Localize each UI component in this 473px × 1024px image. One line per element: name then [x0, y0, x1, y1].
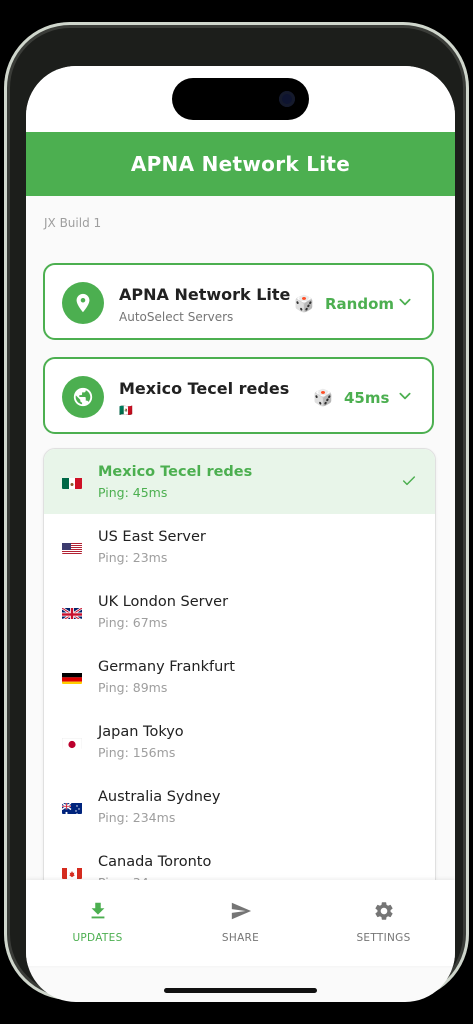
protocol-subtitle: AutoSelect Servers — [119, 310, 234, 324]
list-item[interactable]: Australia Sydney Ping: 234ms — [44, 774, 435, 839]
server-item-ping: Ping: 89ms — [98, 680, 168, 695]
protocol-selector-card[interactable]: APNA Network Lite AutoSelect Servers 🎲 R… — [43, 263, 434, 340]
bottom-navigation: UPDATES SHARE SETTINGS — [26, 880, 455, 966]
check-icon — [402, 476, 416, 486]
protocol-value: Random — [325, 295, 395, 313]
camera — [279, 91, 295, 107]
server-selector-card[interactable]: Mexico Tecel redes 🇲🇽 🎲 45ms — [43, 357, 434, 434]
server-ping-value: 45ms — [344, 389, 390, 407]
location-pin-icon — [62, 282, 104, 324]
server-item-name: US East Server — [98, 529, 206, 545]
flag-uk-icon — [62, 606, 82, 619]
server-item-ping: Ping: 23ms — [98, 550, 168, 565]
download-icon — [91, 902, 104, 919]
app-screen: APNA Network Lite JX Build 1 APNA Networ… — [26, 66, 455, 1002]
dice-icon: 🎲 — [313, 388, 333, 407]
send-icon — [231, 902, 251, 920]
flag-us-icon — [62, 541, 82, 554]
build-label: JX Build 1 — [44, 216, 102, 230]
dynamic-island — [172, 78, 309, 120]
home-indicator — [164, 988, 317, 993]
protocol-name: APNA Network Lite — [119, 285, 291, 304]
chevron-down-icon[interactable] — [398, 295, 412, 309]
server-item-name: Australia Sydney — [98, 789, 221, 805]
server-item-ping: Ping: 156ms — [98, 745, 176, 760]
nav-settings-label: SETTINGS — [356, 932, 411, 944]
app-bar: APNA Network Lite — [26, 132, 455, 196]
flag-de-icon — [62, 671, 82, 684]
globe-icon — [62, 376, 104, 418]
nav-share-label: SHARE — [221, 932, 260, 944]
server-item-ping: Ping: 45ms — [98, 485, 168, 500]
server-item-ping: Ping: 67ms — [98, 615, 168, 630]
nav-updates[interactable]: UPDATES — [26, 880, 169, 966]
list-item[interactable]: US East Server Ping: 23ms — [44, 514, 435, 579]
server-item-ping: Ping: 234ms — [98, 810, 176, 825]
nav-share[interactable]: SHARE — [169, 880, 312, 966]
server-flag: 🇲🇽 — [119, 404, 133, 417]
list-item[interactable]: Japan Tokyo Ping: 156ms — [44, 709, 435, 774]
server-item-name: Mexico Tecel redes — [98, 464, 253, 480]
server-name: Mexico Tecel redes — [119, 379, 290, 398]
list-item[interactable]: Germany Frankfurt Ping: 89ms — [44, 644, 435, 709]
chevron-down-icon[interactable] — [398, 389, 412, 403]
gear-icon — [374, 902, 393, 920]
server-item-name: Germany Frankfurt — [98, 659, 235, 675]
flag-ca-icon — [62, 866, 82, 879]
list-item[interactable]: UK London Server Ping: 67ms — [44, 579, 435, 644]
flag-mx-icon — [62, 476, 82, 489]
server-item-name: Canada Toronto — [98, 854, 212, 870]
server-item-name: UK London Server — [98, 594, 229, 610]
server-list: Mexico Tecel redes Ping: 45ms US East Se… — [43, 448, 436, 908]
nav-updates-label: UPDATES — [72, 932, 123, 944]
dice-icon: 🎲 — [294, 294, 314, 313]
phone-frame: APNA Network Lite JX Build 1 APNA Networ… — [4, 22, 469, 1002]
flag-jp-icon — [62, 736, 82, 749]
app-title: APNA Network Lite — [130, 152, 351, 176]
server-item-name: Japan Tokyo — [98, 724, 184, 740]
flag-au-icon — [62, 801, 82, 814]
list-item[interactable]: Mexico Tecel redes Ping: 45ms — [44, 449, 435, 514]
nav-settings[interactable]: SETTINGS — [312, 880, 455, 966]
